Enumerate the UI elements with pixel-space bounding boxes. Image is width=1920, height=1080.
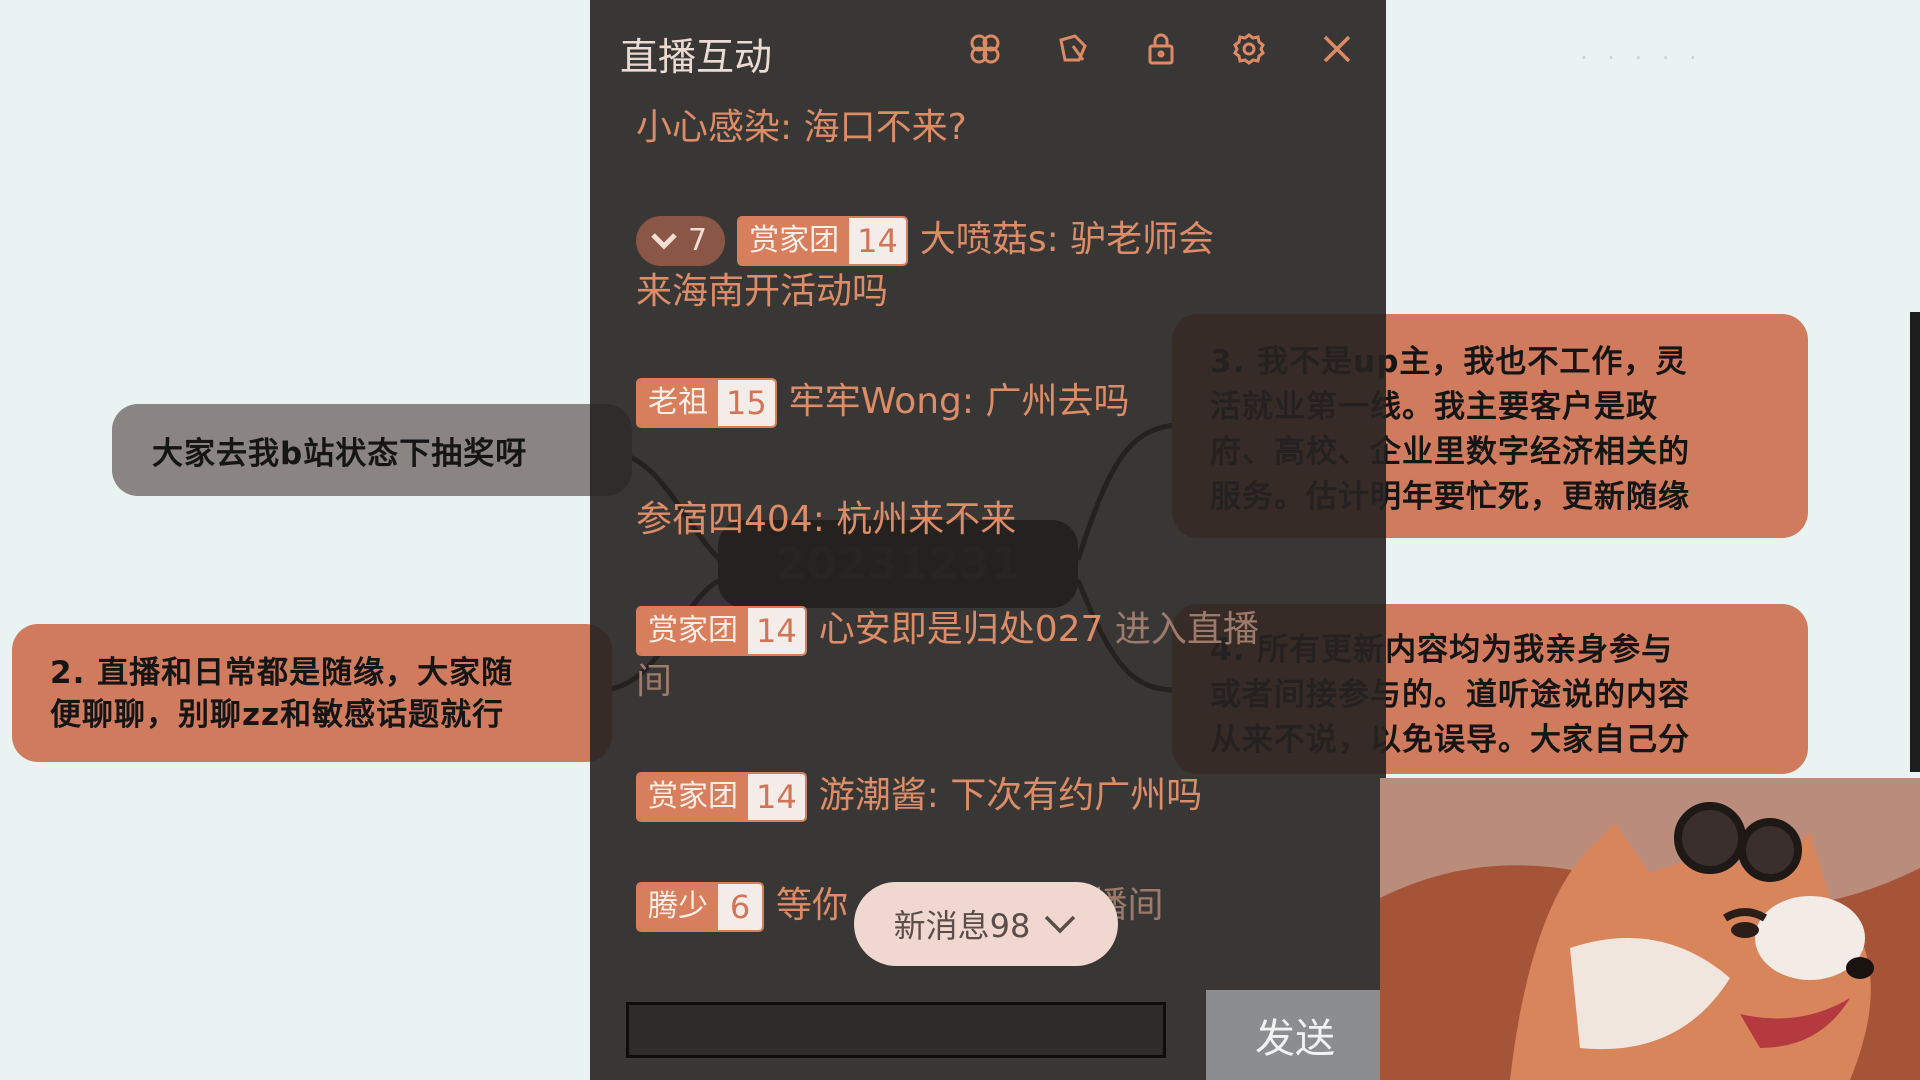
fan-badge: 赏家团 14	[636, 772, 807, 822]
vip-level-badge: 7	[636, 216, 726, 266]
fan-badge-name: 赏家团	[638, 774, 748, 820]
gear-icon[interactable]	[1226, 26, 1272, 72]
chat-message: 小心感染: 海口不来?	[636, 102, 967, 154]
mindmap-node-line: 2. 直播和日常都是随缘，大家随	[50, 655, 514, 691]
message-text: 游潮酱: 下次有约广州吗	[818, 775, 1203, 816]
new-messages-button[interactable]: 新消息98	[854, 882, 1118, 966]
chevron-down-icon	[651, 233, 677, 250]
chevron-down-icon	[1045, 915, 1076, 934]
chat-input[interactable]	[626, 1002, 1166, 1058]
chat-message: 赏家团 14 心安即是归处027 进入直播 间	[636, 604, 1259, 708]
live-chat-panel: 直播互动 小心感染: 海口不来? 7 赏家团 14 大喷菇s: 驴老师会 来海南…	[590, 0, 1386, 1080]
fan-badge: 赏家团 14	[636, 606, 807, 656]
mindmap-node-line: 便聊聊，别聊zz和敏感话题就行	[50, 697, 505, 733]
vip-level: 7	[688, 223, 708, 258]
chat-message: 7 赏家团 14 大喷菇s: 驴老师会 来海南开活动吗	[636, 214, 1214, 318]
fan-badge-level: 15	[718, 380, 775, 426]
enter-notice-continued: 间	[636, 661, 673, 702]
fan-badge-name: 老祖	[638, 380, 718, 426]
mindmap-node-text: 大家去我b站状态下抽奖呀	[152, 435, 528, 472]
message-text: 小心感染: 海口不来?	[636, 107, 967, 148]
mindmap-node-rule-2: 2. 直播和日常都是随缘，大家随 便聊聊，别聊zz和敏感话题就行	[12, 624, 612, 762]
fan-badge-level: 14	[849, 218, 906, 264]
fan-badge-name: 腾少	[638, 884, 718, 930]
chat-message: 老祖 15 牢牢Wong: 广州去吗	[636, 376, 1129, 428]
right-edge-strip	[1910, 312, 1920, 772]
fan-badge: 腾少 6	[636, 882, 764, 932]
message-text: 大喷菇s: 驴老师会	[919, 219, 1215, 260]
fan-badge: 老祖 15	[636, 378, 777, 428]
fan-badge-level: 14	[748, 608, 805, 654]
mindmap-node-lottery: 大家去我b站状态下抽奖呀	[112, 404, 632, 496]
message-text: 牢牢Wong: 广州去吗	[788, 381, 1130, 422]
message-text-continued: 来海南开活动吗	[636, 271, 889, 312]
background-faint-text: · · · · ·	[1580, 44, 1703, 72]
fan-badge-level: 14	[748, 774, 805, 820]
fan-badge-name: 赏家团	[739, 218, 850, 264]
chat-message: 赏家团 14 游潮酱: 下次有约广州吗	[636, 770, 1202, 822]
message-text: 等你	[776, 885, 849, 926]
fan-badge: 赏家团 14	[737, 216, 908, 266]
new-messages-label: 新消息98	[893, 907, 1031, 945]
fan-badge-name: 赏家团	[638, 608, 748, 654]
clear-icon[interactable]	[1050, 26, 1096, 72]
chat-message: 参宿四404: 杭州来不来	[636, 494, 1016, 546]
close-icon[interactable]	[1314, 26, 1360, 72]
message-text: 参宿四404: 杭州来不来	[636, 499, 1017, 540]
streamer-avatar-image	[1380, 778, 1920, 1080]
panel-title: 直播互动	[620, 35, 773, 79]
lock-icon[interactable]	[1138, 26, 1184, 72]
enter-notice: 进入直播	[1114, 609, 1259, 650]
streamer-camera	[1380, 778, 1920, 1080]
lottery-icon[interactable]	[962, 26, 1008, 72]
username: 心安即是归处027	[818, 609, 1104, 650]
fan-badge-level: 6	[718, 884, 762, 930]
send-button[interactable]: 发送	[1206, 990, 1384, 1080]
